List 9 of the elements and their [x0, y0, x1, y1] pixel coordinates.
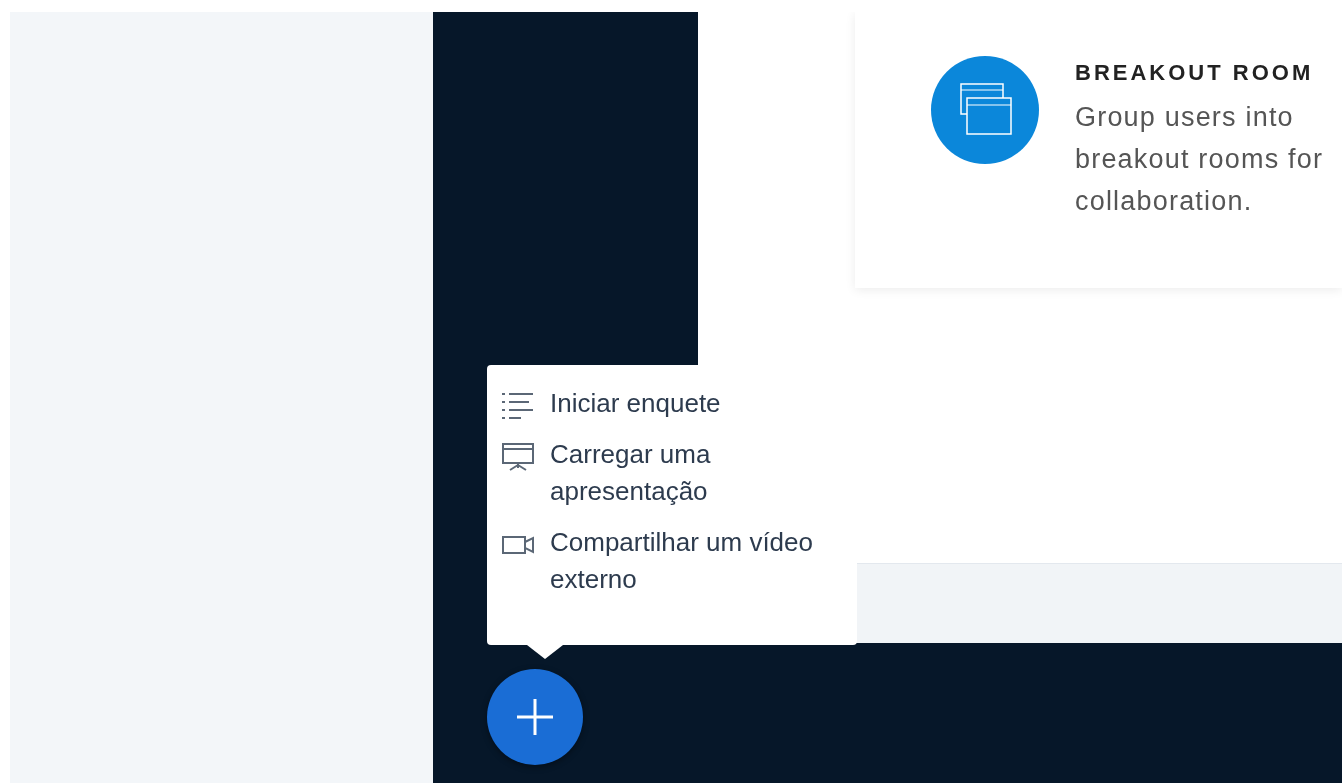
plus-icon	[515, 697, 555, 737]
menu-item[interactable]: Carregar uma apresentação	[501, 440, 847, 510]
menu-item[interactable]: Compartilhar um vídeo externo	[501, 528, 847, 598]
card-title: BREAKOUT ROOM	[1075, 60, 1315, 86]
menu-item[interactable]: Iniciar enquete	[501, 389, 847, 422]
card-description: Group users into breakout rooms for collaboration.	[1075, 101, 1325, 218]
list-icon	[501, 391, 535, 421]
windows-icon	[931, 56, 1039, 164]
presentation-icon	[501, 442, 535, 472]
